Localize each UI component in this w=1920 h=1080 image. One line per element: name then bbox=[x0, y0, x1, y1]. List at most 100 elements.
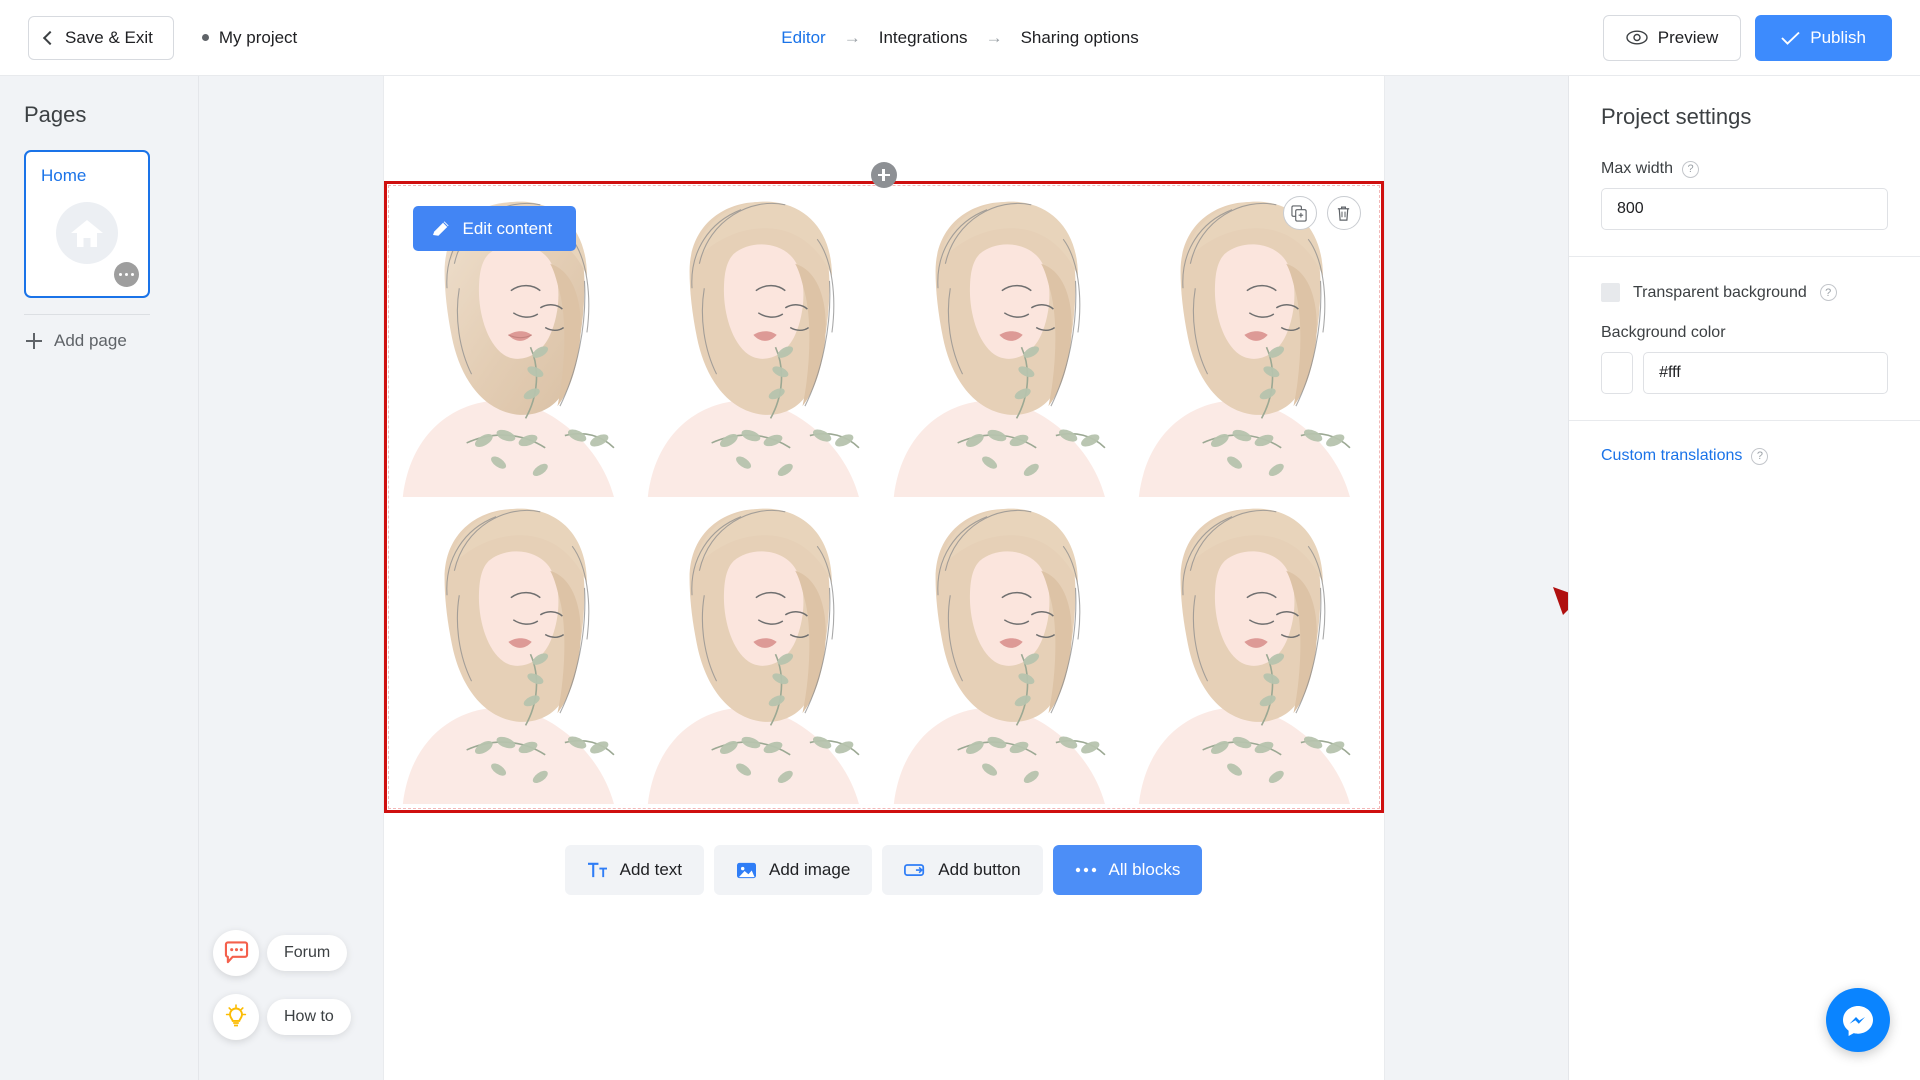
how-to-button[interactable] bbox=[213, 994, 259, 1040]
dot-icon bbox=[124, 272, 129, 277]
forum-button[interactable] bbox=[213, 930, 259, 976]
transparent-background-row[interactable]: Transparent background ? bbox=[1601, 283, 1888, 302]
button-icon bbox=[904, 863, 925, 876]
illustration-image[interactable] bbox=[1129, 497, 1375, 804]
panel-divider bbox=[1569, 420, 1920, 421]
delete-block-button[interactable] bbox=[1326, 196, 1361, 230]
check-icon bbox=[1781, 31, 1800, 45]
pages-sidebar: Pages Home Add page bbox=[0, 76, 199, 1080]
messenger-chat-button[interactable] bbox=[1826, 988, 1890, 1052]
background-color-row bbox=[1601, 352, 1888, 394]
block-toolbar bbox=[1282, 196, 1361, 230]
pencil-icon bbox=[432, 220, 449, 236]
help-icon[interactable]: ? bbox=[1682, 160, 1700, 178]
home-icon bbox=[71, 219, 103, 247]
help-icon[interactable]: ? bbox=[1819, 284, 1837, 301]
pages-title: Pages bbox=[24, 102, 87, 127]
page-options-button[interactable] bbox=[114, 262, 139, 287]
status-dot-icon bbox=[201, 34, 209, 41]
page-card-label: Home bbox=[41, 166, 87, 185]
transparent-background-label: Transparent background bbox=[1633, 283, 1807, 301]
background-color-input[interactable] bbox=[1643, 352, 1888, 394]
panel-divider bbox=[1569, 256, 1920, 257]
breadcrumb-editor[interactable]: Editor bbox=[781, 28, 825, 48]
plus-icon bbox=[26, 333, 42, 349]
ellipsis-icon bbox=[1075, 867, 1096, 873]
annotation-arrow bbox=[1553, 587, 1568, 615]
duplicate-block-button[interactable] bbox=[1282, 196, 1317, 230]
project-settings-title: Project settings bbox=[1601, 104, 1752, 129]
max-width-label-row: Max width ? bbox=[1601, 160, 1888, 178]
edit-content-label: Edit content bbox=[462, 218, 553, 238]
background-color-label: Background color bbox=[1601, 324, 1726, 341]
page-thumbnail bbox=[56, 201, 118, 264]
dot-icon bbox=[118, 272, 123, 277]
custom-translations-label: Custom translations bbox=[1601, 447, 1743, 464]
add-page-button[interactable]: Add page bbox=[0, 315, 198, 351]
background-color-swatch[interactable] bbox=[1601, 352, 1634, 394]
breadcrumb: Editor → Integrations → Sharing options bbox=[781, 28, 1138, 48]
illustration-image[interactable] bbox=[884, 497, 1130, 804]
illustration-image[interactable] bbox=[884, 190, 1130, 497]
add-page-label: Add page bbox=[54, 331, 127, 350]
add-block-above-button[interactable] bbox=[870, 162, 897, 188]
publish-label: Publish bbox=[1810, 27, 1866, 47]
add-image-button[interactable]: Add image bbox=[714, 845, 873, 895]
illustration-image[interactable] bbox=[638, 497, 884, 804]
chat-bubble-icon bbox=[224, 941, 248, 964]
project-settings-panel: Project settings Max width ? Transparent… bbox=[1568, 76, 1920, 1080]
add-block-toolbar: Add text Add image Add button All blocks bbox=[384, 845, 1384, 895]
canvas-workspace: Edit content Add text Add image Add butt… bbox=[199, 76, 1568, 1080]
add-text-label: Add text bbox=[619, 860, 683, 879]
chevron-left-icon bbox=[42, 30, 58, 45]
messenger-icon bbox=[1843, 1006, 1873, 1036]
illustration-image[interactable] bbox=[393, 497, 639, 804]
edit-content-button[interactable]: Edit content bbox=[412, 206, 577, 251]
add-button-label: Add button bbox=[938, 860, 1021, 879]
transparent-background-checkbox[interactable] bbox=[1601, 283, 1620, 302]
illustration-image[interactable] bbox=[1129, 190, 1375, 497]
add-button-button[interactable]: Add button bbox=[882, 845, 1043, 895]
background-color-label-row: Background color bbox=[1601, 324, 1888, 342]
max-width-label: Max width bbox=[1601, 160, 1674, 177]
max-width-input[interactable] bbox=[1601, 188, 1888, 230]
how-to-widget[interactable]: How to bbox=[213, 994, 351, 1040]
publish-button[interactable]: Publish bbox=[1755, 14, 1892, 61]
trash-icon bbox=[1337, 206, 1350, 221]
add-text-button[interactable]: Add text bbox=[564, 845, 705, 895]
image-grid bbox=[393, 190, 1375, 804]
help-icon[interactable]: ? bbox=[1751, 447, 1769, 465]
text-icon bbox=[587, 862, 607, 877]
save-and-exit-button[interactable]: Save & Exit bbox=[28, 15, 174, 60]
top-bar-actions: Preview Publish bbox=[1602, 14, 1892, 61]
sidebar-page-home[interactable]: Home bbox=[24, 150, 150, 298]
selected-block[interactable]: Edit content bbox=[383, 181, 1384, 813]
lightbulb-icon bbox=[225, 1004, 247, 1027]
eye-icon bbox=[1626, 30, 1648, 45]
arrow-right-icon: → bbox=[843, 27, 861, 47]
illustration-image[interactable] bbox=[638, 190, 884, 497]
page-canvas: Edit content Add text Add image Add butt… bbox=[383, 76, 1384, 1080]
all-blocks-button[interactable]: All blocks bbox=[1052, 845, 1203, 895]
project-name[interactable]: My project bbox=[201, 27, 298, 48]
project-name-label: My project bbox=[218, 27, 298, 47]
block-wrapper: Edit content bbox=[383, 162, 1384, 813]
arrow-right-icon: → bbox=[985, 27, 1003, 47]
preview-button[interactable]: Preview bbox=[1602, 14, 1742, 61]
all-blocks-label: All blocks bbox=[1108, 860, 1181, 879]
breadcrumb-sharing-options[interactable]: Sharing options bbox=[1021, 28, 1139, 48]
editor-body: Pages Home Add page Edit content Add tex… bbox=[0, 76, 1920, 1080]
editor-app: Save & Exit My project Editor → Integrat… bbox=[0, 0, 1920, 1080]
how-to-label[interactable]: How to bbox=[267, 999, 351, 1035]
forum-widget[interactable]: Forum bbox=[213, 930, 351, 976]
preview-label: Preview bbox=[1657, 27, 1719, 47]
top-bar: Save & Exit My project Editor → Integrat… bbox=[0, 0, 1920, 76]
forum-label[interactable]: Forum bbox=[267, 935, 348, 971]
duplicate-icon bbox=[1291, 204, 1307, 222]
add-image-label: Add image bbox=[769, 860, 851, 879]
save-and-exit-label: Save & Exit bbox=[65, 27, 153, 47]
custom-translations-link[interactable]: Custom translations ? bbox=[1601, 447, 1888, 465]
dot-icon bbox=[130, 272, 135, 277]
breadcrumb-integrations[interactable]: Integrations bbox=[879, 28, 968, 48]
help-widgets: Forum How to bbox=[213, 912, 351, 1040]
